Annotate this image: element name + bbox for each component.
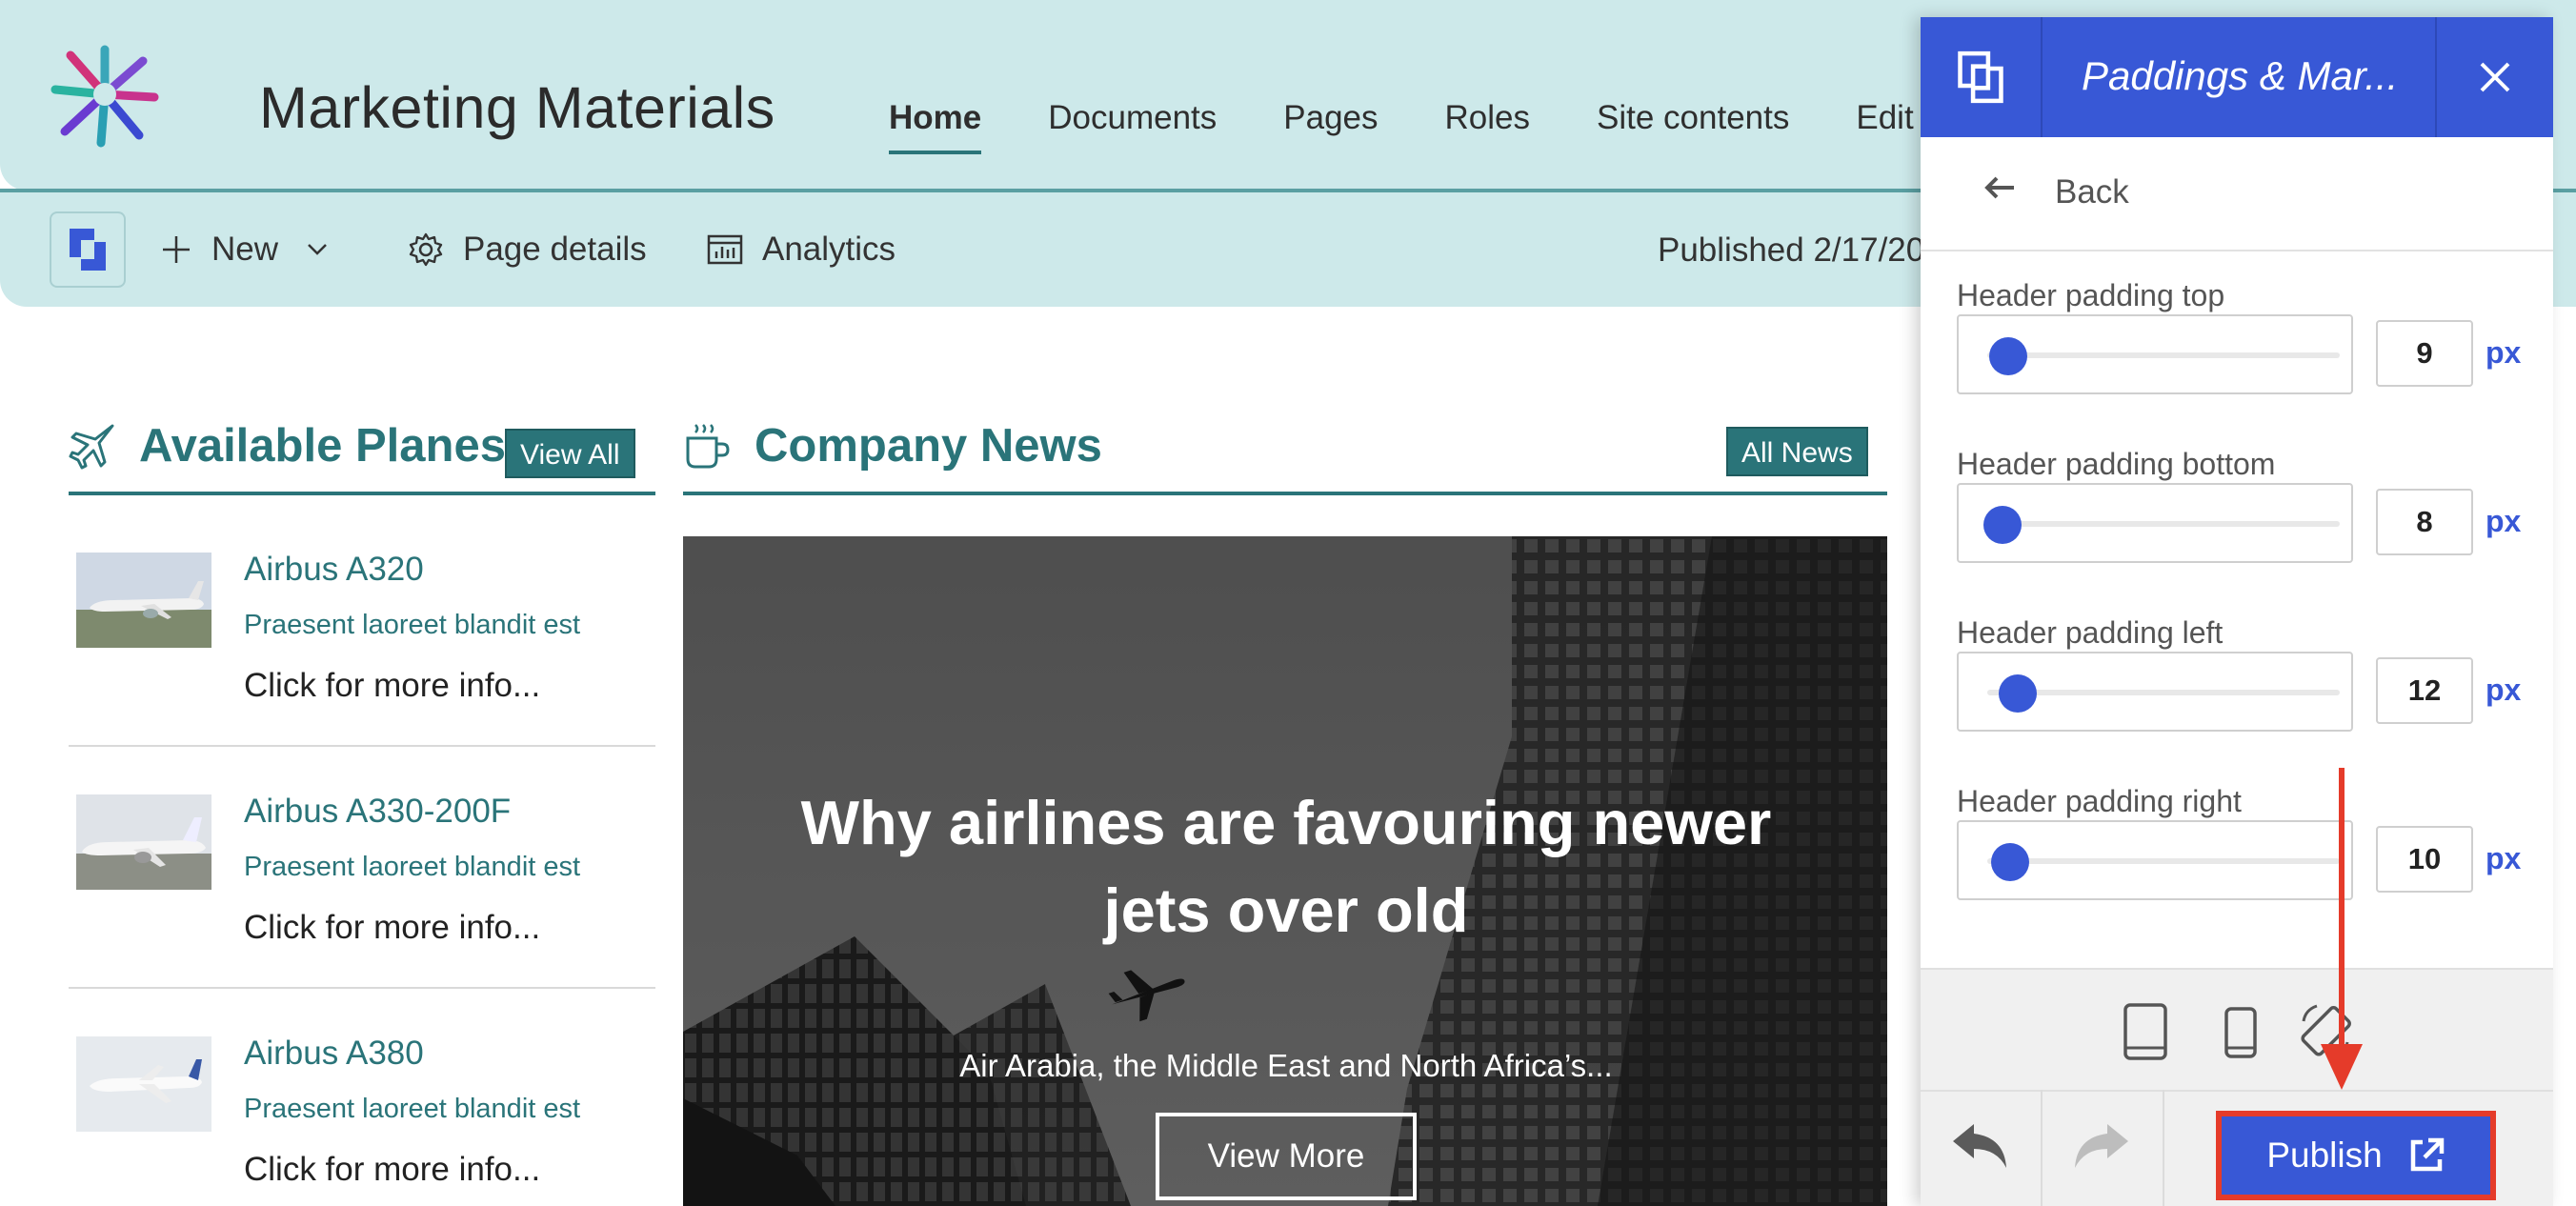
slider-thumb[interactable]	[1991, 843, 2029, 881]
analytics-icon	[707, 234, 743, 265]
planes-header: Available Planes	[67, 419, 506, 472]
app-logo-button[interactable]	[50, 211, 126, 288]
back-arrow-icon[interactable]	[1983, 175, 2016, 200]
plane-name[interactable]: Airbus A330-200F	[244, 793, 511, 831]
analytics-button[interactable]: Analytics	[707, 229, 896, 271]
footer-divider	[2041, 1090, 2043, 1206]
undo-icon[interactable]	[1949, 1120, 2012, 1172]
plane-more-link[interactable]: Click for more info...	[244, 667, 540, 705]
nav-roles[interactable]: Roles	[1445, 99, 1530, 154]
panel-logo	[1921, 17, 2043, 137]
plane-name[interactable]: Airbus A380	[244, 1035, 424, 1073]
plane-description: Praesent laoreet blandit est	[244, 610, 581, 640]
padding-right-input[interactable]: 10	[2376, 826, 2473, 893]
slider-thumb[interactable]	[1983, 506, 2022, 544]
news-headline[interactable]: Why airlines are favouring newer jets ov…	[791, 779, 1781, 955]
page-details-button[interactable]: Page details	[408, 229, 647, 271]
mobile-icon[interactable]	[2224, 1006, 2258, 1059]
new-button[interactable]: New	[160, 229, 328, 271]
news-header: Company News	[682, 419, 1102, 472]
plane-thumbnail	[76, 553, 211, 648]
padding-top-input[interactable]: 9	[2376, 320, 2473, 387]
chevron-down-icon	[308, 244, 327, 255]
page-details-label: Page details	[463, 231, 647, 268]
slider-thumb[interactable]	[1999, 674, 2037, 713]
slider-track[interactable]	[1987, 858, 2340, 864]
plane-thumbnail	[76, 1036, 211, 1132]
planes-title: Available Planes	[139, 420, 506, 472]
site-title: Marketing Materials	[259, 75, 775, 140]
redo-icon[interactable]	[2069, 1120, 2132, 1172]
setting-label: Header padding right	[1957, 784, 2242, 818]
slider-thumb[interactable]	[1989, 337, 2027, 375]
unit-label: px	[2485, 504, 2522, 538]
back-label[interactable]: Back	[2055, 173, 2129, 211]
padding-left-input[interactable]: 12	[2376, 657, 2473, 724]
list-item[interactable]: Airbus A330-200F Praesent laoreet blandi…	[69, 775, 655, 1017]
nav-edit[interactable]: Edit	[1856, 99, 1913, 154]
site-logo[interactable]	[48, 40, 162, 150]
view-all-button[interactable]: View All	[505, 429, 635, 478]
list-divider	[69, 745, 655, 747]
publish-label: Publish	[2266, 1136, 2383, 1175]
padding-top-slider[interactable]	[1957, 314, 2353, 394]
unit-label: px	[2485, 841, 2522, 875]
nav-site-contents[interactable]: Site contents	[1597, 99, 1789, 154]
list-item[interactable]: Airbus A320 Praesent laoreet blandit est…	[69, 533, 655, 775]
plane-more-link[interactable]: Click for more info...	[244, 1151, 540, 1189]
padding-right-slider[interactable]	[1957, 820, 2353, 900]
news-title: Company News	[755, 420, 1102, 472]
list-divider	[69, 987, 655, 989]
publish-button[interactable]: Publish	[2216, 1111, 2496, 1200]
plane-description: Praesent laoreet blandit est	[244, 1094, 581, 1124]
panel-title: Paddings & Mar...	[2082, 53, 2399, 98]
coffee-icon	[686, 424, 730, 469]
new-label: New	[211, 231, 279, 268]
plane-thumbnail	[76, 794, 211, 890]
setting-label: Header padding top	[1957, 278, 2225, 312]
plane-name[interactable]: Airbus A320	[244, 551, 424, 589]
padding-left-slider[interactable]	[1957, 652, 2353, 732]
list-item[interactable]: Airbus A380 Praesent laoreet blandit est…	[69, 1017, 655, 1206]
analytics-label: Analytics	[762, 231, 896, 268]
planes-divider	[69, 492, 655, 495]
padding-bottom-input[interactable]: 8	[2376, 489, 2473, 555]
nav-documents[interactable]: Documents	[1048, 99, 1217, 154]
annotation-arrow-icon	[2321, 768, 2363, 1090]
padding-bottom-slider[interactable]	[1957, 483, 2353, 563]
plane-more-link[interactable]: Click for more info...	[244, 909, 540, 947]
unit-label: px	[2485, 673, 2522, 707]
slider-track[interactable]	[1987, 690, 2340, 695]
app-logo-icon	[1958, 50, 2003, 104]
nav-home[interactable]: Home	[889, 99, 982, 154]
published-status: Published 2/17/20	[1658, 231, 1925, 269]
news-divider	[683, 492, 1887, 495]
unit-label: px	[2485, 335, 2522, 370]
nav-pages[interactable]: Pages	[1283, 99, 1378, 154]
tablet-icon[interactable]	[2123, 1002, 2168, 1061]
plane-description: Praesent laoreet blandit est	[244, 852, 581, 882]
external-link-icon	[2410, 1137, 2444, 1172]
gear-icon	[409, 232, 443, 267]
close-icon	[2480, 62, 2510, 92]
slider-track[interactable]	[1987, 352, 2340, 358]
news-subtitle: Air Arabia, the Middle East and North Af…	[959, 1048, 1613, 1083]
close-button[interactable]	[2435, 17, 2553, 137]
plus-icon	[163, 236, 190, 263]
footer-divider	[2163, 1090, 2164, 1206]
setting-label: Header padding bottom	[1957, 447, 2276, 481]
setting-label: Header padding left	[1957, 615, 2224, 650]
site-nav: Home Documents Pages Roles Site contents…	[889, 99, 1981, 154]
slider-track[interactable]	[1987, 521, 2340, 527]
all-news-button[interactable]: All News	[1726, 427, 1868, 476]
view-more-button[interactable]: View More	[1156, 1113, 1417, 1200]
app-logo-icon	[70, 229, 106, 271]
airplane-icon	[69, 424, 114, 470]
